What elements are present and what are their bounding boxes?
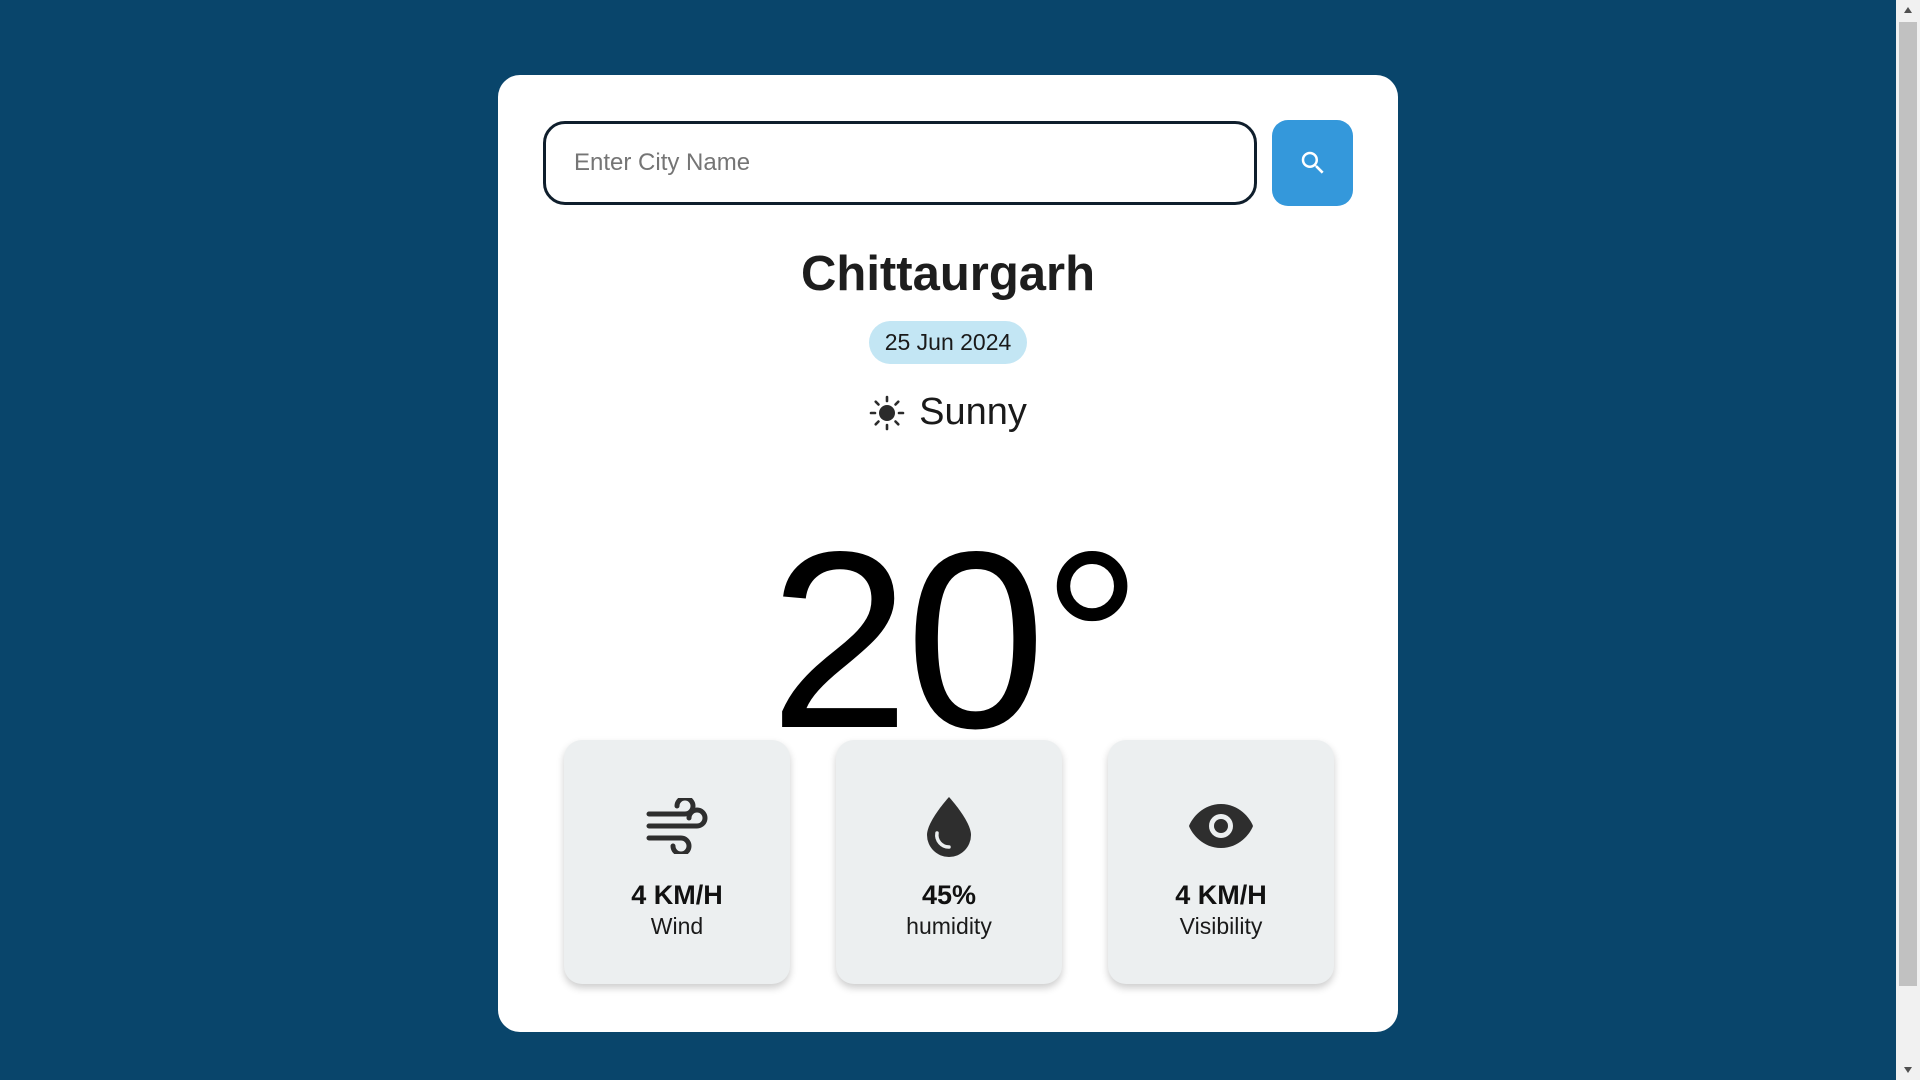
triangle-up-icon: [1904, 7, 1912, 13]
scroll-thumb[interactable]: [1899, 22, 1917, 986]
scroll-down-arrow[interactable]: [1896, 1060, 1920, 1080]
water-drop-icon: [927, 797, 971, 857]
city-search-input[interactable]: [543, 121, 1257, 205]
condition-label: Sunny: [919, 391, 1027, 433]
weather-card: Chittaurgarh 25 Jun 2024 Sunny 2: [498, 75, 1398, 1032]
page-background: Chittaurgarh 25 Jun 2024 Sunny 2: [0, 0, 1896, 1080]
search-icon: [1301, 151, 1324, 174]
search-button[interactable]: [1272, 120, 1353, 206]
triangle-down-icon: [1904, 1067, 1912, 1073]
humidity-label: humidity: [906, 913, 992, 939]
visibility-value: 4 KM/H: [1175, 880, 1267, 910]
humidity-value: 45%: [921, 880, 977, 910]
stat-card-wind: 4 KM/H Wind: [564, 740, 790, 984]
stat-card-humidity: 45% humidity: [836, 740, 1062, 984]
wind-icon: [646, 798, 708, 854]
eye-icon: [1189, 804, 1253, 848]
scroll-up-arrow[interactable]: [1896, 0, 1920, 20]
wind-label: Wind: [650, 913, 704, 939]
stats-row: 4 KM/H Wind 45% humidity 4 KM/H Visibili…: [564, 740, 1334, 984]
date-row: 25 Jun 2024: [498, 321, 1398, 364]
weather-condition: Sunny: [498, 391, 1398, 434]
stat-card-visibility: 4 KM/H Visibility: [1108, 740, 1334, 984]
visibility-label: Visibility: [1179, 913, 1263, 939]
city-name: Chittaurgarh: [801, 247, 1095, 301]
temperature-value: 20°: [769, 500, 1142, 781]
sun-icon: [869, 395, 905, 430]
wind-value: 4 KM/H: [631, 880, 723, 910]
vertical-scrollbar[interactable]: [1896, 0, 1920, 1080]
date-badge: 25 Jun 2024: [868, 321, 1028, 364]
